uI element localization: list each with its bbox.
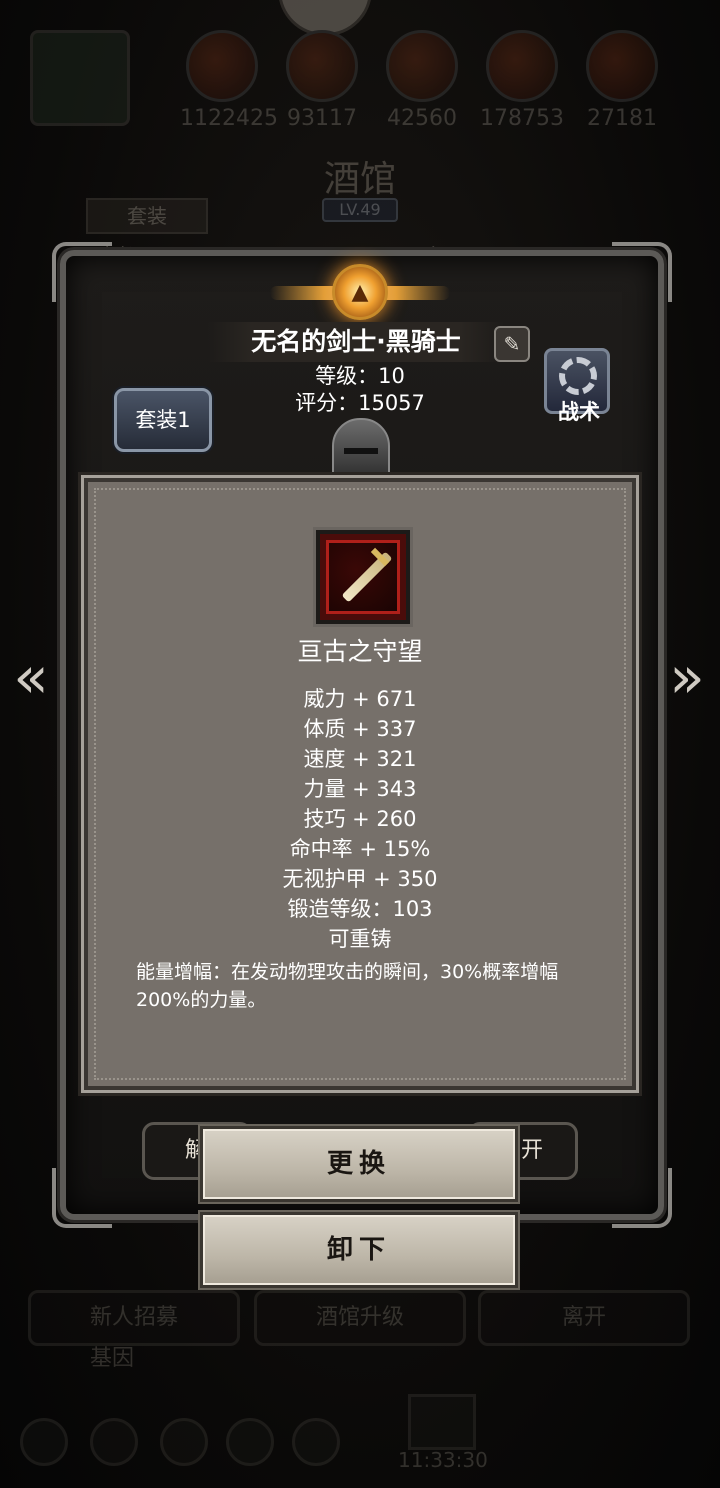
resource-icon <box>486 30 558 102</box>
item-stat-list: 威力 + 671 体质 + 337 速度 + 321 力量 + 343 技巧 +… <box>88 684 632 954</box>
resource-item: 93117 <box>280 30 364 131</box>
edit-name-icon[interactable]: ✎ <box>494 326 530 362</box>
gift-icon <box>408 1394 476 1450</box>
item-stat: 命中率 + 15% <box>289 837 431 861</box>
dock-icon <box>292 1418 340 1466</box>
resource-item: 42560 <box>380 30 464 131</box>
item-stat: 技巧 + 260 <box>303 807 417 831</box>
frame-corner <box>52 242 112 302</box>
resource-item: 178753 <box>480 30 564 131</box>
item-stat: 体质 + 337 <box>303 717 417 741</box>
resource-icon <box>386 30 458 102</box>
bottom-dock <box>0 1400 720 1488</box>
dock-icon <box>90 1418 138 1466</box>
resource-icon <box>186 30 258 102</box>
hero-name: 无名的剑士·黑骑士 <box>251 327 461 356</box>
resource-value: 27181 <box>587 106 657 131</box>
leave-button: 离开 <box>478 1290 690 1346</box>
resource-value: 1122425 <box>180 106 278 131</box>
hero-level: 等级：10 <box>315 364 405 388</box>
resource-value: 178753 <box>480 106 564 131</box>
clock: 11:33:30 <box>398 1448 488 1472</box>
gear-icon <box>559 357 597 395</box>
next-arrow-icon[interactable]: » <box>662 644 712 714</box>
item-stat: 速度 + 321 <box>303 747 417 771</box>
item-stat: 锻造等级：103 <box>287 897 433 921</box>
set-tab: 套装 <box>86 198 208 234</box>
frame-corner <box>52 1168 112 1228</box>
tactic-label[interactable]: 战术 <box>548 396 610 426</box>
resource-bar: 1122425 93117 42560 178753 27181 <box>30 30 700 131</box>
prev-arrow-icon[interactable]: « <box>6 644 56 714</box>
resource-item: 1122425 <box>180 30 278 131</box>
frame-corner <box>612 1168 672 1228</box>
recruit-button: 新人招募 <box>28 1290 240 1346</box>
unequip-button[interactable]: 卸下 <box>200 1212 518 1288</box>
sword-icon <box>316 530 410 624</box>
item-detail-card: 亘古之守望 威力 + 671 体质 + 337 速度 + 321 力量 + 34… <box>84 478 636 1090</box>
dock-icon <box>226 1418 274 1466</box>
dock-icon <box>160 1418 208 1466</box>
set-button[interactable]: 套装1 <box>114 388 212 452</box>
item-stat: 威力 + 671 <box>303 687 417 711</box>
resource-icon <box>286 30 358 102</box>
bag-icon <box>30 30 130 126</box>
dock-icon <box>20 1418 68 1466</box>
resource-item: 27181 <box>580 30 664 131</box>
resource-value: 42560 <box>387 106 457 131</box>
item-stat: 力量 + 343 <box>303 777 417 801</box>
item-name: 亘古之守望 <box>297 637 423 666</box>
helmet-icon <box>332 418 390 484</box>
resource-icon <box>586 30 658 102</box>
frame-corner <box>612 242 672 302</box>
replace-button[interactable]: 更换 <box>200 1126 518 1202</box>
resource-value: 93117 <box>287 106 357 131</box>
tavern-upgrade-button: 酒馆升级 <box>254 1290 466 1346</box>
item-stat: 可重铸 <box>328 927 392 951</box>
tavern-title: 酒馆 <box>323 159 396 200</box>
item-description: 能量增幅：在发动物理攻击的瞬间，30%概率增幅200%的力量。 <box>136 961 559 1011</box>
tavern-level-badge: LV.49 <box>322 198 398 222</box>
sun-emblem-icon: ▲ <box>332 264 388 320</box>
item-stat: 无视护甲 + 350 <box>282 867 438 891</box>
hero-name-plate: 无名的剑士·黑骑士 <box>208 322 504 362</box>
hero-score: 评分：15057 <box>295 391 425 415</box>
base-label: 基因 <box>90 1346 135 1371</box>
